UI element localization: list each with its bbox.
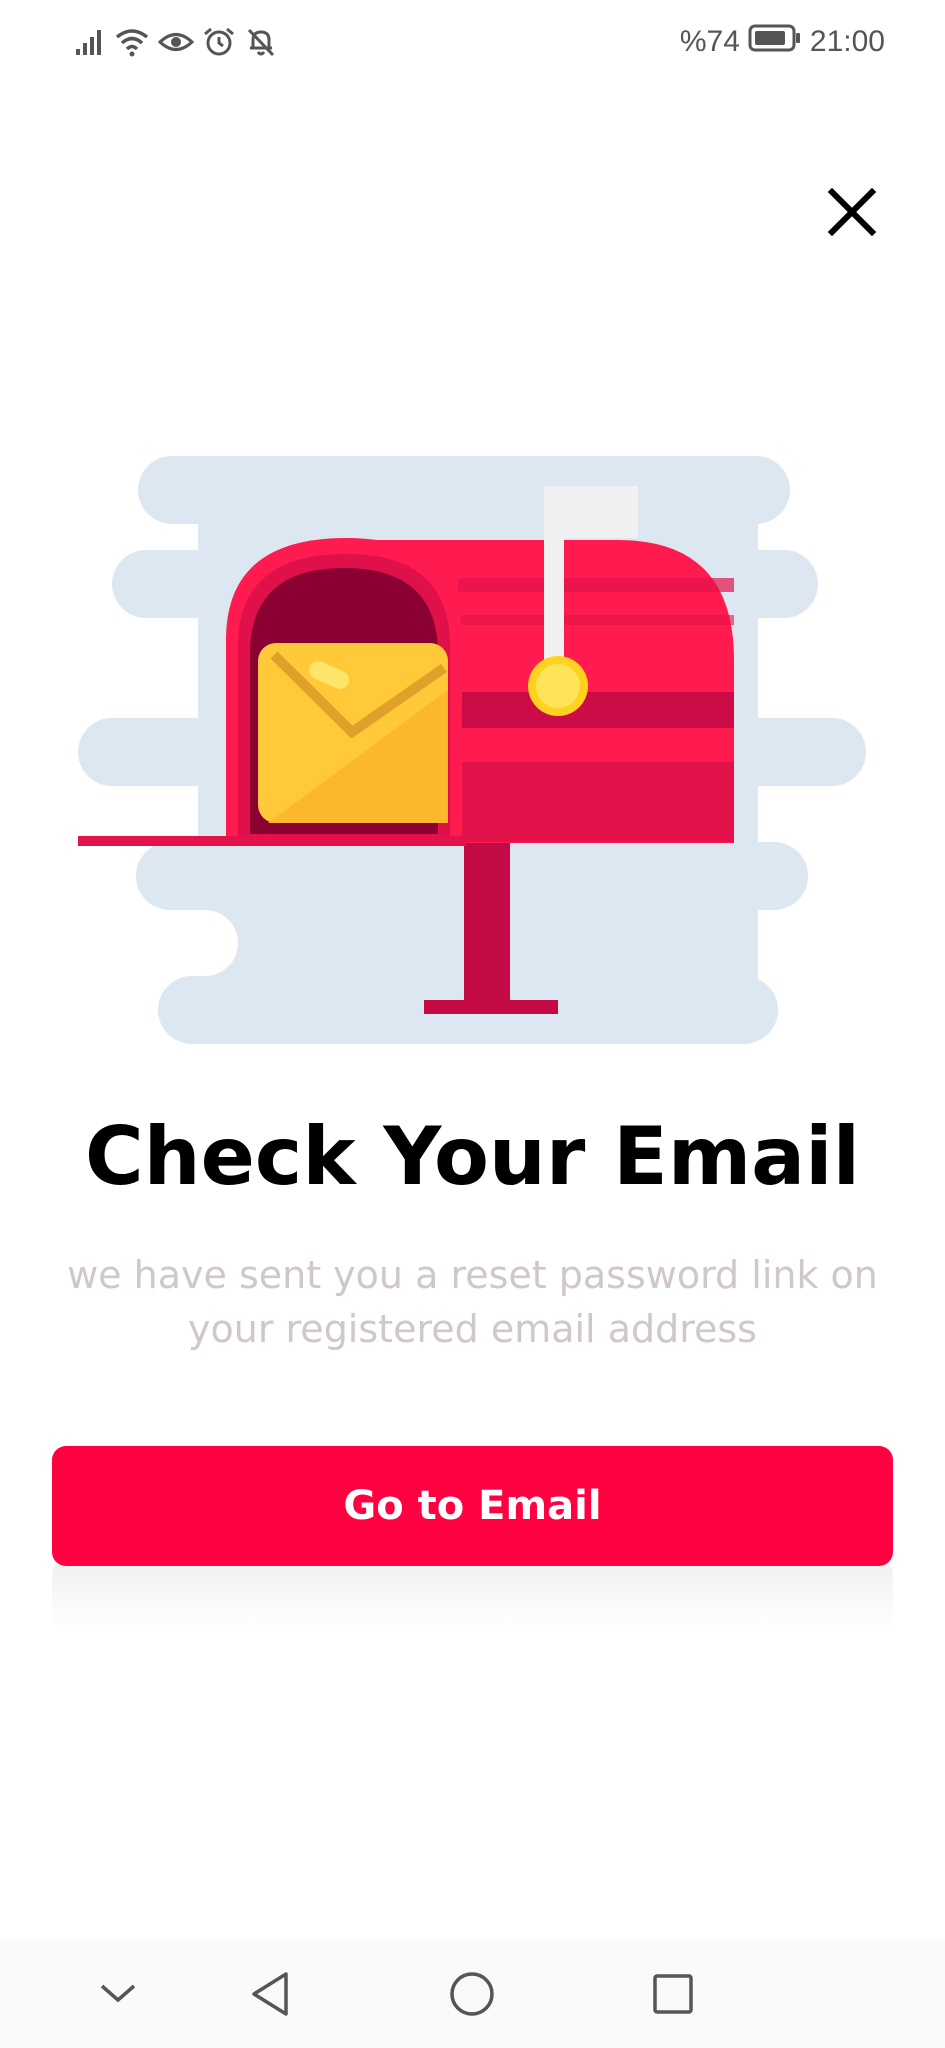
page-subtitle: we have sent you a reset password link o… [67,1253,878,1351]
wifi-icon [114,27,150,57]
nav-home-button[interactable] [436,1958,508,2030]
go-to-email-button[interactable]: Go to Email [52,1446,893,1566]
home-icon [450,1972,494,2016]
page-title: Check Your Email [84,1110,861,1203]
status-icons [74,20,278,64]
alarm-icon [202,26,236,58]
recents-icon [653,1974,693,2014]
go-to-email-label: Go to Email [343,1483,602,1529]
mailbox-illustration [78,450,878,1050]
system-nav-bar [0,1940,945,2048]
back-icon [252,1972,288,2016]
close-icon [827,187,877,237]
clock: 21:00 [809,25,885,58]
button-shadow [52,1560,893,1630]
close-button[interactable] [820,180,884,244]
nav-dropdown-button[interactable] [82,1958,154,2030]
nav-recents-button[interactable] [637,1958,709,2030]
battery-icon [748,23,802,61]
nav-back-button[interactable] [234,1958,306,2030]
bell-off-icon [244,26,278,58]
eye-icon [158,27,194,57]
chevron-down-icon [100,1984,136,2003]
signal-icon [74,27,106,57]
battery-percent: %74 [679,25,740,58]
status-right: %74 21:00 [680,20,885,64]
status-bar: %74 21:00 [0,0,945,84]
